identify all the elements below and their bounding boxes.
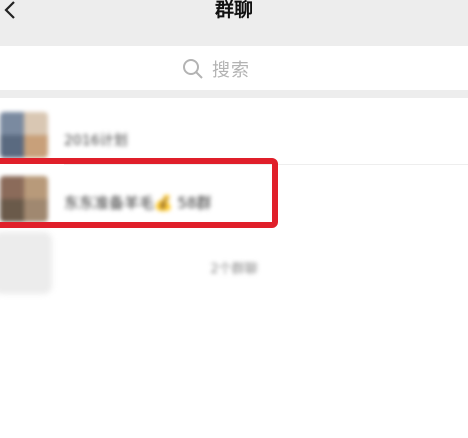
- group-list: 2016计划 东东准备羊毛💰 58群 2个群聊: [0, 98, 468, 438]
- group-name: 2016计划: [64, 133, 128, 149]
- highlight-box: [0, 158, 278, 228]
- page-title: 群聊: [214, 0, 253, 21]
- group-avatar: [0, 112, 48, 158]
- search-icon: [183, 59, 203, 79]
- search-bar[interactable]: 搜索: [0, 46, 468, 90]
- search-placeholder: 搜索: [212, 60, 250, 81]
- group-count: 2个群聊: [210, 262, 258, 277]
- nav-bar: 群聊: [0, 0, 468, 44]
